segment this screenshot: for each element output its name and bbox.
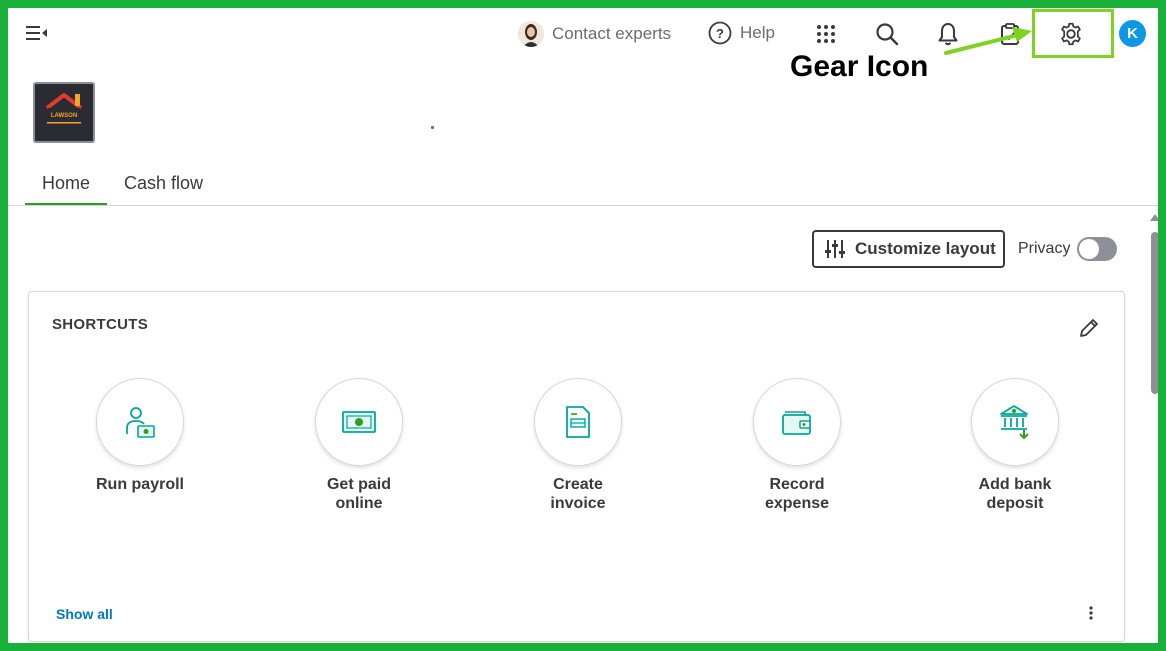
shortcut-label: Create invoice [550, 476, 606, 512]
shortcut-create-invoice[interactable]: Create invoice [498, 378, 658, 513]
show-all-link[interactable]: Show all [56, 606, 113, 622]
help-label: Help [740, 23, 775, 42]
page-tabs: Home Cash flow [25, 160, 220, 206]
privacy-toggle[interactable] [1077, 237, 1117, 261]
contact-experts-label: Contact experts [552, 24, 672, 43]
search-icon[interactable] [874, 21, 900, 47]
logo-text: LAWSON [51, 113, 77, 119]
shortcut-record-expense[interactable]: Record expense [717, 378, 877, 513]
shortcut-circle [96, 378, 184, 466]
contact-experts-button[interactable]: Contact experts [518, 20, 671, 48]
shortcut-circle [971, 378, 1059, 466]
shortcut-label: Add bank deposit [978, 476, 1052, 512]
apps-grid-icon[interactable] [813, 21, 839, 47]
shortcut-label: Run payroll [95, 476, 184, 493]
shortcuts-title: SHORTCUTS [52, 316, 149, 333]
shortcut-circle [315, 378, 403, 466]
shortcut-run-payroll[interactable]: Run payroll [60, 378, 220, 494]
help-circle-icon: ? [708, 21, 732, 45]
more-options-icon[interactable] [1085, 605, 1097, 621]
privacy-label: Privacy [1018, 240, 1071, 257]
scrollbar-thumb[interactable] [1151, 232, 1159, 394]
annotation-arrow [944, 27, 1032, 55]
tab-home[interactable]: Home [25, 160, 108, 206]
sliders-icon [825, 240, 845, 258]
svg-text:?: ? [716, 26, 724, 41]
menu-collapse-icon[interactable] [26, 24, 48, 42]
shortcuts-card: SHORTCUTS Run payroll Get paid online Cr… [28, 291, 1125, 642]
user-avatar[interactable]: K [1119, 20, 1146, 47]
tabs-divider [8, 205, 1158, 206]
customize-layout-label: Customize layout [855, 239, 996, 258]
shortcut-circle [753, 378, 841, 466]
tab-cash-flow[interactable]: Cash flow [107, 160, 220, 206]
wallet-icon [782, 411, 811, 435]
company-logo[interactable]: LAWSON [33, 82, 95, 143]
scroll-up-arrow[interactable] [1150, 214, 1160, 221]
privacy-toggle-knob [1079, 239, 1099, 259]
gear-icon-annotation: Gear Icon [790, 50, 929, 83]
payroll-icon [126, 407, 155, 438]
shortcut-label: Get paid online [326, 476, 391, 512]
customize-layout-button[interactable]: Customize layout [812, 230, 1005, 268]
invoice-icon [566, 406, 590, 438]
gear-icon[interactable] [1058, 21, 1084, 47]
shortcut-get-paid-online[interactable]: Get paid online [279, 378, 439, 513]
pencil-icon[interactable] [1077, 316, 1101, 340]
company-name-fragment [431, 126, 434, 129]
shortcut-circle [534, 378, 622, 466]
shortcut-label: Record expense [764, 476, 830, 512]
shortcut-add-bank-deposit[interactable]: Add bank deposit [935, 378, 1095, 513]
expert-avatar [518, 21, 544, 47]
help-button[interactable]: ? Help [708, 19, 775, 47]
cash-icon [342, 411, 376, 433]
bank-icon [1000, 405, 1029, 440]
